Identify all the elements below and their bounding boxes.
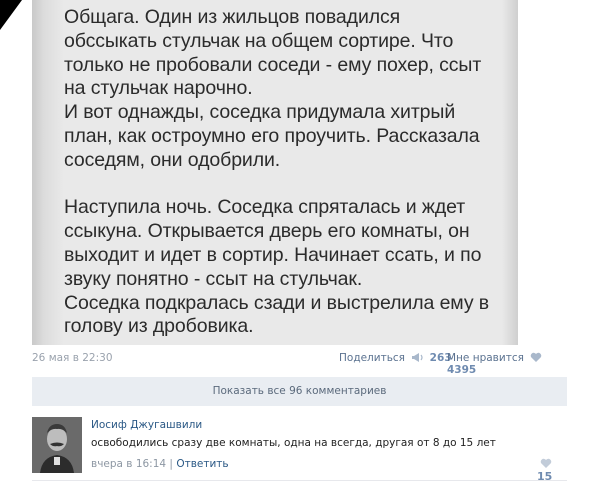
corner-mark (0, 0, 22, 30)
share-label: Поделиться (339, 352, 405, 364)
like-label: Мне нравится (447, 352, 524, 364)
post-image-line: Общага. Один из жильцов повадился (64, 6, 401, 28)
reply-button[interactable]: Ответить (176, 458, 228, 470)
comment-author[interactable]: Иосиф Джугашвили (91, 419, 202, 431)
comment-text: освободились сразу две комнаты, одна на … (91, 437, 496, 449)
post-image-line: звуку понятно - ссыт на стульчак. (64, 267, 363, 290)
post-date[interactable]: 26 мая в 22:30 (32, 352, 113, 364)
share-button[interactable]: Поделиться 263 (339, 352, 452, 364)
post-meta: 26 мая в 22:30 Поделиться 263 Мне нравит… (32, 352, 562, 376)
like-count: 4395 (447, 364, 477, 376)
comment: Иосиф Джугашвили освободились сразу две … (32, 412, 567, 483)
heart-icon (530, 352, 542, 362)
post-image-line: обссыкать стульчак на общем сортире. Что (64, 29, 454, 52)
like-button[interactable]: Мне нравится 4395 (447, 352, 562, 376)
divider (32, 480, 567, 481)
comment-like-count: 15 (537, 470, 553, 483)
post-image-line: план, как остроумно его проучить. Расска… (64, 124, 480, 147)
post-image-line: выходит и идет в сортир. Начинает ссать,… (64, 243, 482, 266)
post-image-line: на стульчак нарочно. (64, 77, 253, 100)
post-image-line: только не пробовали соседи - ему похер, … (64, 53, 482, 76)
avatar-photo (32, 417, 82, 473)
megaphone-icon (412, 353, 423, 362)
heart-icon (540, 458, 552, 468)
post-image-line: И вот однажды, соседка придумала хитрый (64, 101, 456, 124)
post-image[interactable]: Общага. Один из жильцов повадился обссыка… (32, 0, 518, 345)
post-image-line: Наступила ночь. Соседка спряталась и жде… (64, 196, 466, 219)
comment-time[interactable]: вчера в 16:14 (91, 458, 166, 470)
post-image-line: соседям, они одобрили. (64, 148, 281, 171)
post-image-line (64, 173, 504, 197)
post-image-line: голову из дробовика. (64, 315, 254, 338)
post-image-line: Соседка подкралась сзади и выстрелила ем… (64, 291, 490, 314)
show-all-comments-button[interactable]: Показать все 96 комментариев (32, 377, 567, 406)
post-image-line: ссыкуна. Открывается дверь его комнаты, … (64, 220, 470, 243)
avatar[interactable] (32, 417, 82, 473)
post-image-text: Общага. Один из жильцов повадился обссыка… (64, 6, 504, 339)
comment-footer: вчера в 16:14 | Ответить (91, 458, 229, 470)
comment-separator: | (169, 458, 173, 470)
